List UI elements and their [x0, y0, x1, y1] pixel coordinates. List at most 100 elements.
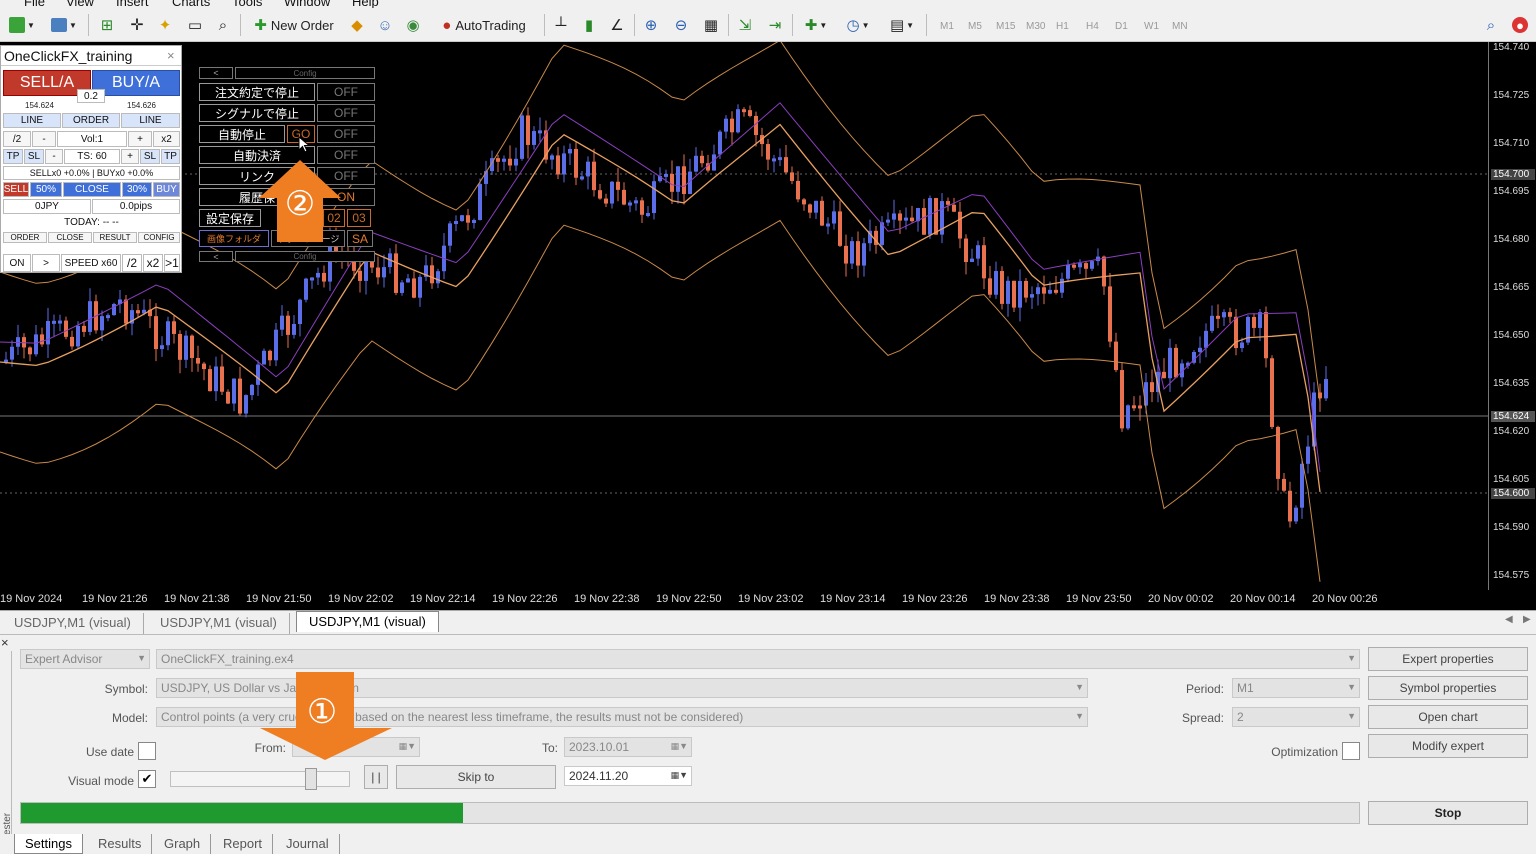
- sl-right-button[interactable]: SL: [140, 149, 160, 164]
- buy-close-button[interactable]: BUY: [153, 182, 180, 197]
- period-select[interactable]: M1 ▼: [1232, 678, 1360, 698]
- calendar-icon[interactable]: ▦▼: [399, 741, 416, 752]
- timeframe-h4[interactable]: H4: [1086, 21, 1099, 32]
- tile-windows-button[interactable]: ▦: [700, 14, 722, 36]
- zoom-in-button[interactable]: ⊕: [640, 14, 662, 36]
- periods-button[interactable]: ◷ ▼: [840, 14, 876, 36]
- config-save-button[interactable]: 設定保存: [199, 209, 261, 227]
- speed-slider-thumb[interactable]: [305, 768, 317, 790]
- bar-chart-button[interactable]: ┴: [550, 14, 572, 36]
- meta-editor-button[interactable]: ◆: [346, 14, 368, 36]
- menu-charts[interactable]: Charts: [172, 0, 210, 8]
- speed-fast-button[interactable]: x2: [143, 254, 163, 272]
- timeframe-mn[interactable]: MN: [1172, 21, 1188, 32]
- tab-graph[interactable]: Graph: [154, 834, 212, 854]
- sl-left-button[interactable]: SL: [24, 149, 44, 164]
- stop-button[interactable]: Stop: [1368, 801, 1528, 825]
- volume-minus-button[interactable]: -: [32, 131, 56, 147]
- search-button[interactable]: ⌕: [1480, 14, 1502, 36]
- menu-tools[interactable]: Tools: [232, 0, 262, 8]
- tab-journal[interactable]: Journal: [276, 834, 340, 854]
- use-date-checkbox[interactable]: [138, 742, 156, 760]
- config-back-button[interactable]: <: [199, 67, 233, 79]
- chart-tab-1[interactable]: USDJPY,M1 (visual): [2, 613, 144, 634]
- config-stop-on-signal-toggle[interactable]: OFF: [317, 104, 375, 122]
- signals-button[interactable]: ☺: [374, 14, 396, 36]
- next-button[interactable]: >: [32, 254, 60, 272]
- menu-help[interactable]: Help: [352, 0, 379, 8]
- tab-result[interactable]: RESULT: [93, 232, 137, 243]
- volume-plus-button[interactable]: +: [128, 131, 152, 147]
- line-right-button[interactable]: LINE: [121, 113, 180, 128]
- speed-slider[interactable]: [170, 768, 350, 790]
- navigator-button[interactable]: ✦: [154, 14, 176, 36]
- config-preset-03[interactable]: 03: [347, 209, 371, 227]
- ts-minus-button[interactable]: -: [45, 149, 63, 164]
- community-button[interactable]: ◉: [402, 14, 424, 36]
- data-window-button[interactable]: ✛: [126, 14, 148, 36]
- timeframe-m30[interactable]: M30: [1026, 21, 1045, 32]
- visual-mode-checkbox[interactable]: ✔: [138, 770, 156, 788]
- panel-title-bar[interactable]: OneClickFX_training ×: [1, 46, 181, 66]
- config-sa-button[interactable]: SA: [347, 230, 373, 247]
- close-50-button[interactable]: 50%: [30, 182, 62, 197]
- config-auto-stop-toggle[interactable]: OFF: [317, 125, 375, 143]
- calendar-icon[interactable]: ▦▼: [671, 770, 688, 781]
- ts-plus-button[interactable]: +: [121, 149, 139, 164]
- menu-window[interactable]: Window: [284, 0, 330, 8]
- templates-button[interactable]: ▤ ▼: [884, 14, 920, 36]
- order-button[interactable]: ORDER: [62, 113, 120, 128]
- tp-left-button[interactable]: TP: [3, 149, 23, 164]
- half-volume-button[interactable]: /2: [3, 131, 31, 147]
- skip-date-field[interactable]: 2024.11.20 ▦▼: [564, 766, 692, 786]
- tab-settings[interactable]: Settings: [14, 834, 83, 854]
- autotrading-button[interactable]: ● AutoTrading: [430, 14, 538, 36]
- chart-shift-button[interactable]: ⇥: [764, 14, 786, 36]
- tester-type-select[interactable]: Expert Advisor ▼: [20, 649, 150, 669]
- tab-order[interactable]: ORDER: [3, 232, 47, 243]
- indicators-button[interactable]: ✚ ▼: [798, 14, 834, 36]
- tab-report[interactable]: Report: [213, 834, 274, 854]
- open-chart-button[interactable]: Open chart: [1368, 705, 1528, 729]
- tester-button[interactable]: ⌕: [212, 14, 234, 36]
- tab-scroll-left-icon[interactable]: ◀: [1505, 614, 1513, 625]
- close-all-button[interactable]: CLOSE: [63, 182, 121, 197]
- timeframe-h1[interactable]: H1: [1056, 21, 1069, 32]
- chart-tab-2[interactable]: USDJPY,M1 (visual): [148, 613, 290, 634]
- menu-file[interactable]: File: [24, 0, 45, 8]
- skip-to-button[interactable]: Skip to: [396, 765, 556, 789]
- timeframe-m15[interactable]: M15: [996, 21, 1015, 32]
- on-button[interactable]: ON: [3, 254, 31, 272]
- timeframe-m1[interactable]: M1: [940, 21, 954, 32]
- close-icon[interactable]: ×: [167, 48, 175, 63]
- tp-right-button[interactable]: TP: [161, 149, 180, 164]
- tab-scroll-right-icon[interactable]: ▶: [1523, 614, 1531, 625]
- close-30-button[interactable]: 30%: [122, 182, 152, 197]
- profiles-button[interactable]: ▼: [46, 14, 82, 36]
- candle-chart-button[interactable]: ▮: [578, 14, 600, 36]
- menu-insert[interactable]: Insert: [116, 0, 149, 8]
- speed-slow-button[interactable]: /2: [122, 254, 142, 272]
- optimization-checkbox[interactable]: [1342, 742, 1360, 760]
- new-chart-button[interactable]: ▼: [4, 14, 40, 36]
- skip-one-button[interactable]: >1: [164, 254, 180, 272]
- timeframe-d1[interactable]: D1: [1115, 21, 1128, 32]
- expert-properties-button[interactable]: Expert properties: [1368, 647, 1528, 671]
- timeframe-w1[interactable]: W1: [1144, 21, 1159, 32]
- buy-button[interactable]: BUY/A: [92, 70, 180, 96]
- tab-close[interactable]: CLOSE: [48, 232, 92, 243]
- market-watch-button[interactable]: ⊞: [96, 14, 118, 36]
- menu-view[interactable]: View: [66, 0, 94, 8]
- new-order-button[interactable]: ✚ New Order: [246, 14, 342, 36]
- sell-close-button[interactable]: SELL: [3, 182, 29, 197]
- chart-tab-3[interactable]: USDJPY,M1 (visual): [296, 611, 439, 632]
- terminal-button[interactable]: ▭: [184, 14, 206, 36]
- symbol-properties-button[interactable]: Symbol properties: [1368, 676, 1528, 700]
- zoom-out-button[interactable]: ⊖: [670, 14, 692, 36]
- line-chart-button[interactable]: ∠: [606, 14, 628, 36]
- expert-select[interactable]: OneClickFX_training.ex4 ▼: [156, 649, 1360, 669]
- config-footer-back[interactable]: <: [199, 251, 233, 262]
- notifications-button[interactable]: ●: [1508, 14, 1532, 36]
- line-left-button[interactable]: LINE: [3, 113, 61, 128]
- timeframe-m5[interactable]: M5: [968, 21, 982, 32]
